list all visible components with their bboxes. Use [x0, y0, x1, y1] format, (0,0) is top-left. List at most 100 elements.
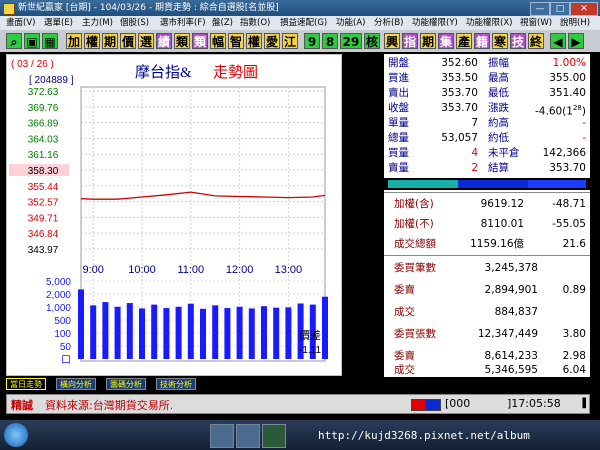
- toolbar-button[interactable]: 指: [402, 33, 418, 49]
- high-label: 最高: [488, 72, 509, 84]
- menu-item[interactable]: 個股(S): [120, 16, 149, 30]
- total-label: 總量: [388, 132, 409, 144]
- toolbar-button[interactable]: 愛: [264, 33, 280, 49]
- menu-item[interactable]: 盤(Z): [212, 16, 233, 30]
- toolbar-button[interactable]: 智: [228, 33, 244, 49]
- menu-item[interactable]: 選單(E): [44, 16, 73, 30]
- tab-chips[interactable]: 籌碼分析: [106, 378, 146, 390]
- chart-icon[interactable]: ▣: [24, 33, 40, 49]
- toolbar-button[interactable]: 集: [438, 33, 454, 49]
- window-titlebar: 新世紀贏家 [台期] - 104/03/26 - 期貨走勢 : 綜合自選股[名並…: [0, 0, 600, 16]
- volume-bar: [78, 289, 84, 359]
- turnover-value: 1159.16億: [470, 238, 524, 250]
- toolbar-button[interactable]: 權: [246, 33, 262, 49]
- menu-item[interactable]: 功能權限(Y): [412, 16, 458, 30]
- toolbar-button[interactable]: 核: [364, 33, 380, 49]
- volume-bar: [273, 307, 280, 359]
- toolbar-button[interactable]: 類: [192, 33, 208, 49]
- weighted-change: -48.71: [552, 198, 586, 210]
- toolbar-button[interactable]: 技: [510, 33, 526, 49]
- grid-icon[interactable]: ▦: [42, 33, 58, 49]
- minimize-button[interactable]: —: [530, 2, 550, 16]
- deal-lots-label: 成交: [394, 364, 415, 376]
- toolbar-button[interactable]: 選: [138, 33, 154, 49]
- menu-item[interactable]: 選市利率(F): [160, 16, 206, 30]
- toolbar-button[interactable]: 加: [66, 33, 82, 49]
- taskbar-app-icon[interactable]: [262, 424, 286, 448]
- chart-title-2: 走勢圖: [213, 64, 258, 81]
- toolbar-button[interactable]: 29: [340, 33, 362, 49]
- volume-bar: [285, 307, 292, 359]
- quote-row: 賣出 353.70 最低 351.40: [384, 86, 590, 101]
- toolbar-button[interactable]: 江: [282, 33, 298, 49]
- search-icon[interactable]: ⌕: [6, 33, 22, 49]
- toolbar-button[interactable]: 終: [528, 33, 544, 49]
- unit-value: 7: [471, 117, 478, 129]
- tab-horizontal[interactable]: 橫向分析: [56, 378, 96, 390]
- tab-intraday[interactable]: 當日走勢: [6, 378, 46, 390]
- y-tick-label: 343.97: [28, 245, 59, 256]
- menu-item[interactable]: 功能權限(X): [466, 16, 512, 30]
- volume-bar: [175, 306, 182, 359]
- maximize-button[interactable]: □: [550, 2, 570, 16]
- menu-item[interactable]: 畫面(V): [6, 16, 35, 30]
- turnover-pct: 21.6: [562, 238, 586, 250]
- volume-tick-label: 1,000: [46, 303, 71, 314]
- toolbar-button[interactable]: 8: [322, 33, 338, 49]
- market-row: 成交 884,837: [384, 305, 590, 320]
- toolbar-button[interactable]: 興: [384, 33, 400, 49]
- toolbar-button[interactable]: 權: [84, 33, 100, 49]
- window-title: 新世紀贏家 [台期] - 104/03/26 - 期貨走勢 : 綜合自選股[名並…: [18, 3, 279, 13]
- toolbar-button[interactable]: 產: [456, 33, 472, 49]
- close-button[interactable]: ✕: [570, 2, 598, 16]
- sell-orders-value: 2,894,901: [484, 284, 538, 296]
- toolbar-button[interactable]: 寒: [492, 33, 508, 49]
- menu-item[interactable]: 功能(A): [336, 16, 365, 30]
- bid-value: 353.50: [441, 72, 478, 84]
- sell-vol-label: 賣量: [388, 162, 409, 174]
- status-bar: 精誠 資料來源:台灣期貨交易所. [000 ]17:05:58 ▐: [6, 394, 590, 414]
- deal-value: 884,837: [494, 306, 538, 318]
- toolbar-button[interactable]: 價: [120, 33, 136, 49]
- menu-item[interactable]: 主力(M): [82, 16, 113, 30]
- menu-item[interactable]: 指數(O): [240, 16, 270, 30]
- unit-label: 單量: [388, 117, 409, 129]
- tab-technical[interactable]: 技術分析: [156, 378, 196, 390]
- buy-orders-label: 委買筆數: [394, 262, 436, 274]
- sell-lots-label: 委賣: [394, 350, 415, 362]
- volume-bar: [261, 306, 267, 359]
- menu-item[interactable]: 視窗(W): [520, 16, 552, 30]
- menu-item[interactable]: 分析(B): [374, 16, 403, 30]
- volume-bar: [248, 308, 255, 359]
- weighted-ex-label: 加權(不): [394, 218, 434, 230]
- signal-indicator: [411, 399, 441, 411]
- bid-label: 買進: [388, 72, 409, 84]
- quote-row: 收盤 353.70 漲跌 -4.60(128): [384, 101, 590, 118]
- toolbar-button[interactable]: 籍: [474, 33, 490, 49]
- ratio-strip: [384, 178, 590, 190]
- market-section: 加權(含) 9619.12 -48.71 加權(不) 8110.01 -55.0…: [384, 192, 590, 377]
- scroll-icon[interactable]: ▐: [579, 399, 586, 409]
- volume-tick-label: 口: [61, 355, 71, 366]
- nav-right-icon[interactable]: ▶: [568, 33, 584, 49]
- taskbar-app-icon[interactable]: [236, 424, 260, 448]
- nav-left-icon[interactable]: ◀: [550, 33, 566, 49]
- toolbar-button[interactable]: 幅: [210, 33, 226, 49]
- weighted-value: 9619.12: [480, 198, 524, 210]
- start-icon[interactable]: [4, 423, 28, 447]
- est-high-label: 約高: [488, 117, 509, 129]
- toolbar-button[interactable]: 9: [304, 33, 320, 49]
- taskbar-app-icon[interactable]: [210, 424, 234, 448]
- toolbar-button[interactable]: 類: [174, 33, 190, 49]
- buy-lots-value: 12,347,449: [477, 328, 538, 340]
- toolbar-button[interactable]: 期: [420, 33, 436, 49]
- toolbar-button[interactable]: 期: [102, 33, 118, 49]
- volume-bar: [187, 303, 194, 359]
- menu-item[interactable]: 損益速配(G): [280, 16, 327, 30]
- toolbar-button[interactable]: 績: [156, 33, 172, 49]
- volume-bar: [114, 306, 121, 359]
- sell-lots-ratio: 2.98: [562, 350, 586, 362]
- chart-panel: ( 03 / 26 ) [ 204889 ] 摩台指& 走勢圖 372.63 36…: [6, 54, 342, 376]
- market-row: 委賣 8,614,233 2.98: [384, 349, 590, 364]
- menu-item[interactable]: 說明(H): [560, 16, 590, 30]
